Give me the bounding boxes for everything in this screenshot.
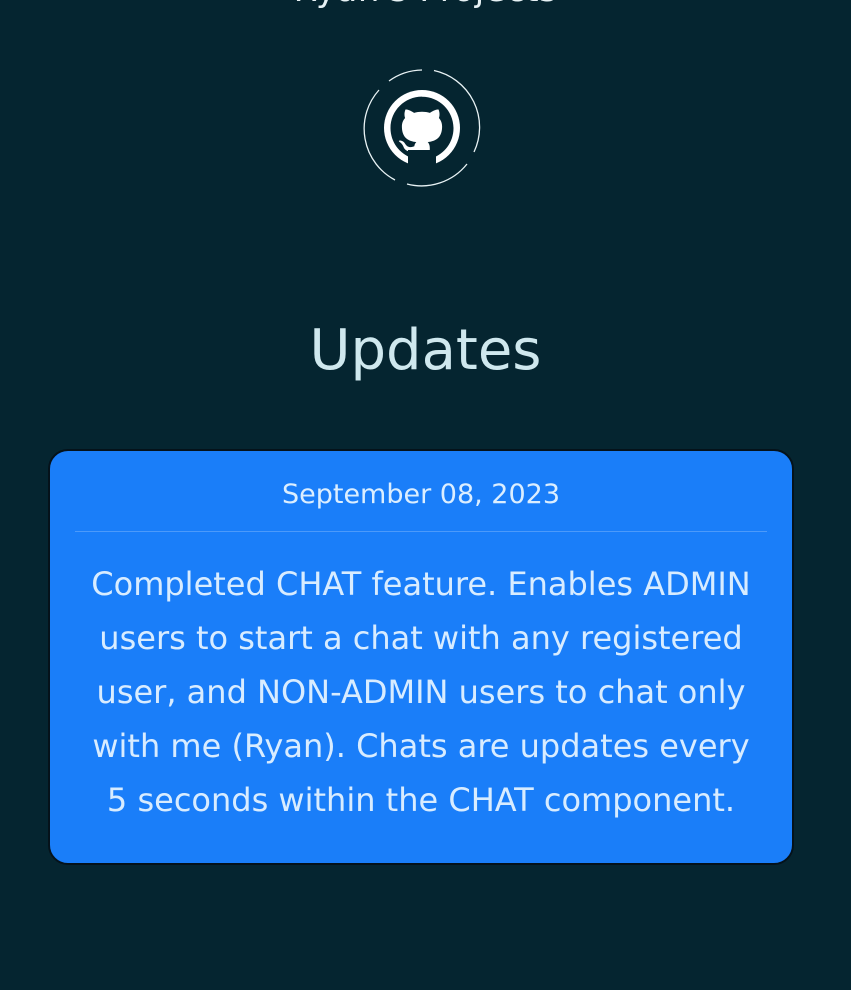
github-icon — [363, 69, 481, 187]
update-date: September 08, 2023 — [281, 479, 561, 510]
update-body: Completed CHAT feature. Enables ADMIN us… — [91, 565, 751, 819]
partial-heading: Ryan's Projects — [0, 0, 851, 10]
card-divider — [75, 531, 767, 532]
github-link[interactable] — [362, 68, 482, 188]
updates-title: Updates — [309, 318, 542, 383]
update-card: September 08, 2023 Completed CHAT featur… — [48, 449, 794, 865]
